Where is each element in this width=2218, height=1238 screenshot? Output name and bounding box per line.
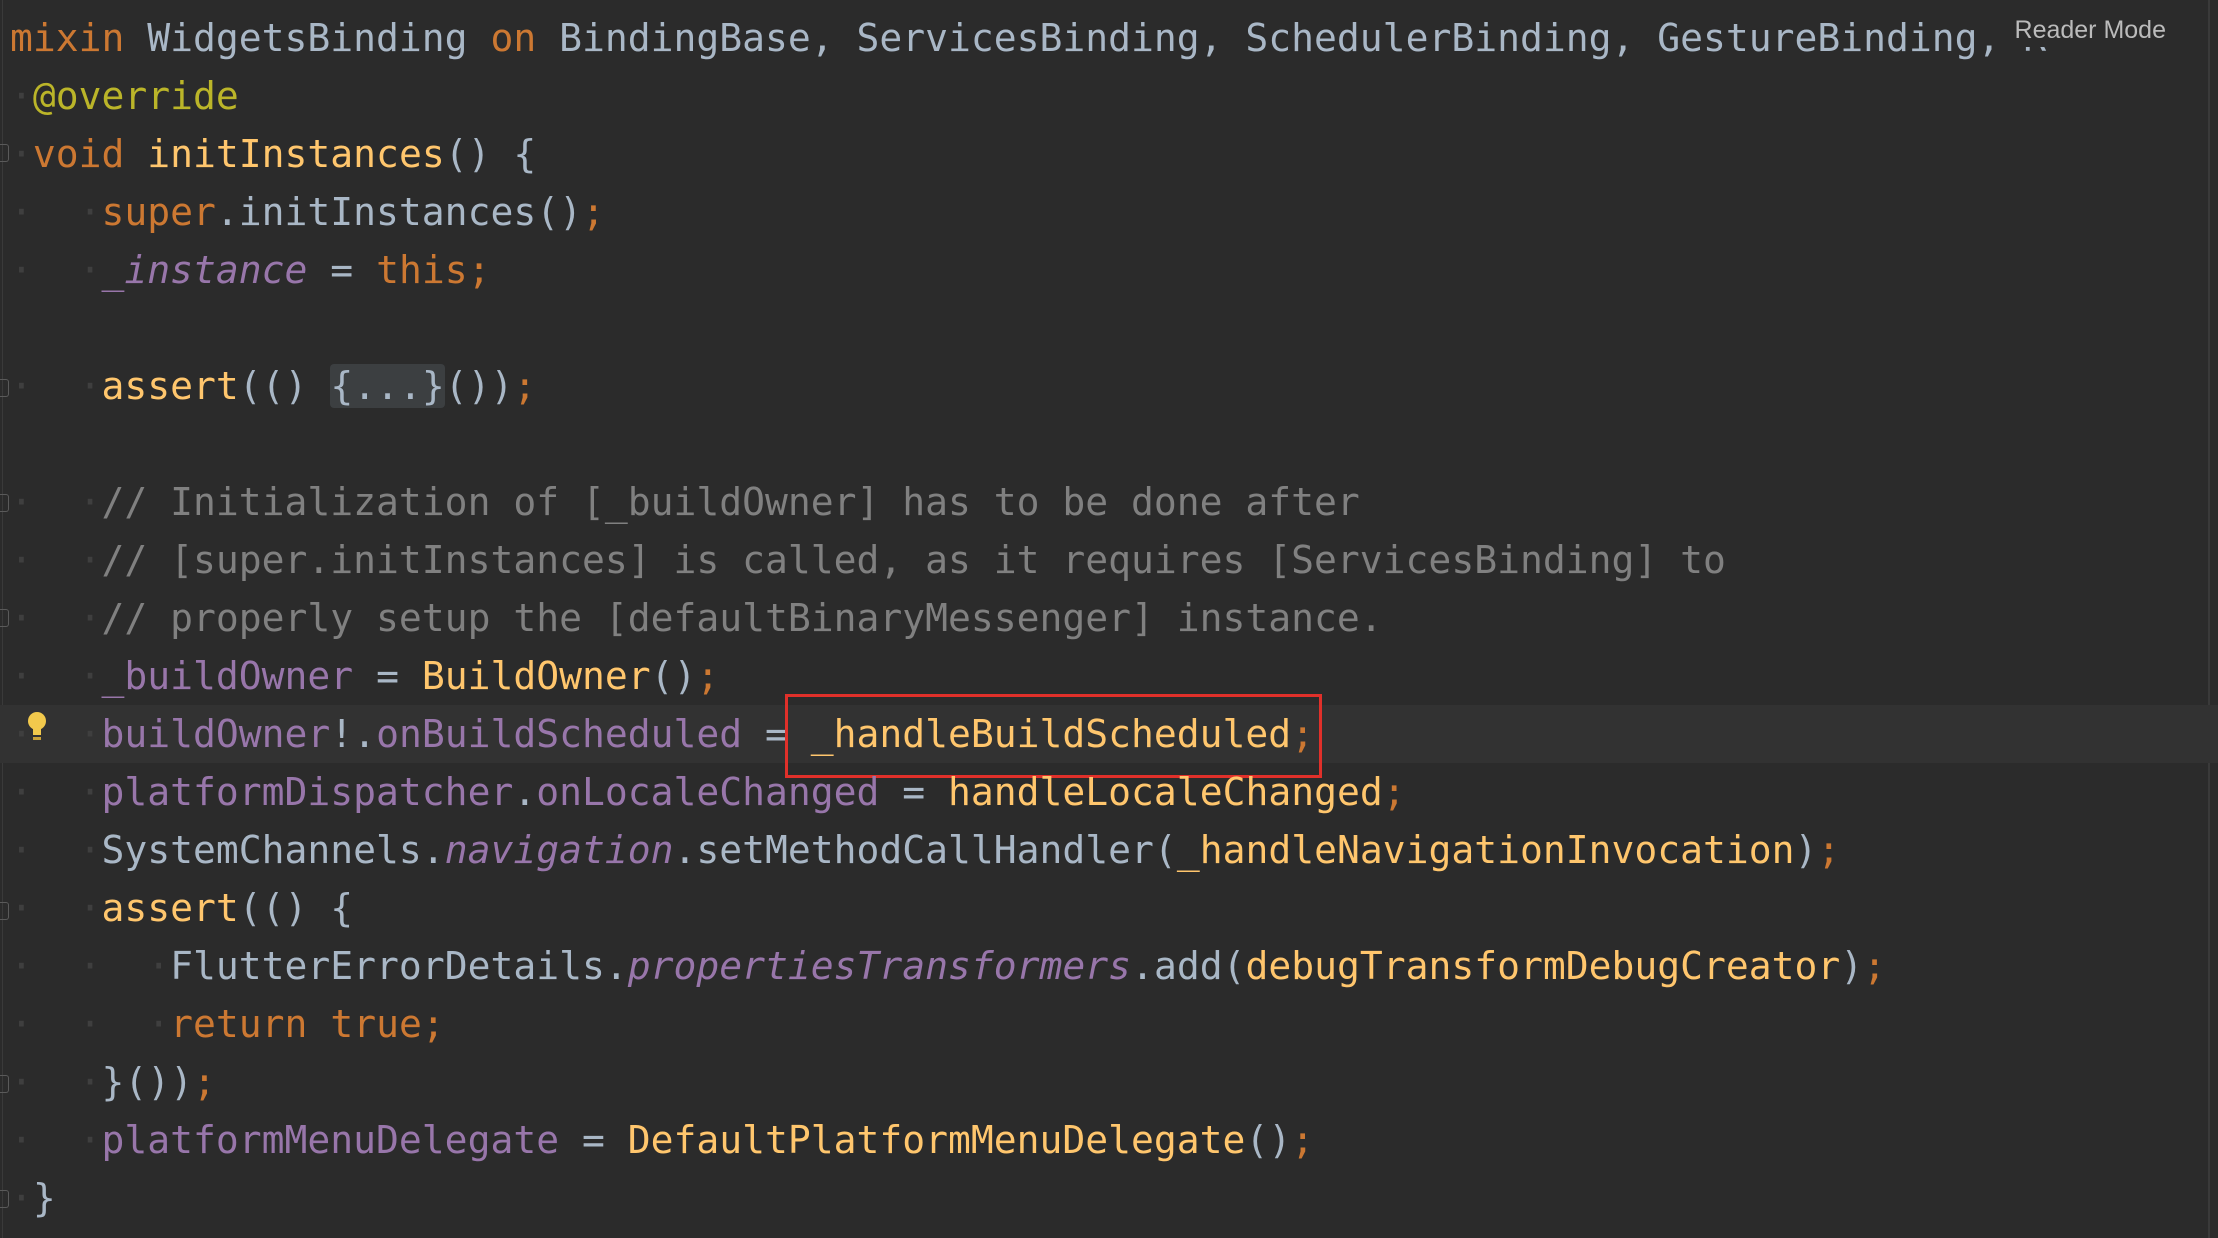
- reader-mode-button[interactable]: Reader Mode: [2008, 14, 2172, 47]
- annotation: @override: [32, 74, 239, 118]
- comment: // Initialization of [_buildOwner] has t…: [101, 480, 1360, 524]
- operator: =: [879, 770, 949, 814]
- class-name: FlutterErrorDetails: [170, 944, 605, 988]
- code-line-21[interactable]: ·}: [10, 1169, 56, 1227]
- method-reference: _handleNavigationInvocation: [1176, 828, 1795, 872]
- operator: !.: [330, 712, 377, 756]
- method-reference: debugTransformDebugCreator: [1245, 944, 1841, 988]
- scrollbar-track[interactable]: [2208, 0, 2210, 1238]
- function-name: assert: [101, 886, 239, 930]
- code-line-9[interactable]: · ·// Initialization of [_buildOwner] ha…: [10, 473, 1360, 531]
- constructor: BuildOwner: [421, 654, 651, 698]
- code-line-19[interactable]: · ·}());: [10, 1053, 216, 1111]
- keyword: void: [32, 132, 148, 176]
- fold-marker-icon[interactable]: [0, 902, 9, 920]
- function-name: assert: [101, 364, 239, 408]
- fold-marker-icon[interactable]: [0, 609, 9, 627]
- call: .setMethodCallHandler(: [673, 828, 1177, 872]
- code-line-3[interactable]: ·void initInstances() {: [10, 125, 536, 183]
- code-line-7[interactable]: · ·assert(() {...}());: [10, 357, 536, 415]
- keyword: super: [101, 190, 216, 234]
- code-line-17[interactable]: · · ·FlutterErrorDetails.propertiesTrans…: [10, 937, 1886, 995]
- punctuation: ()): [444, 364, 514, 408]
- semicolon: ;: [1863, 944, 1887, 988]
- keyword: true: [330, 1002, 422, 1046]
- keyword: return: [170, 1002, 331, 1046]
- class-name: SystemChannels: [101, 828, 422, 872]
- code-line-18[interactable]: · · ·return true;: [10, 995, 445, 1053]
- punctuation: }()): [101, 1060, 194, 1104]
- code-line-10[interactable]: · ·// [super.initInstances] is called, a…: [10, 531, 1726, 589]
- fold-marker-icon[interactable]: [0, 144, 9, 162]
- code-line-2[interactable]: ·@override: [10, 67, 239, 125]
- static-field: propertiesTransformers: [627, 944, 1132, 988]
- code-line-12[interactable]: · ·_buildOwner = BuildOwner();: [10, 647, 719, 705]
- keyword: mixin: [10, 16, 125, 60]
- semicolon: ;: [1291, 1118, 1315, 1162]
- comment: // properly setup the [defaultBinaryMess…: [101, 596, 1383, 640]
- semicolon: ;: [467, 248, 491, 292]
- code-line-14[interactable]: · ·platformDispatcher.onLocaleChanged = …: [10, 763, 1406, 821]
- keyword: on: [490, 16, 537, 60]
- code-line-20[interactable]: · ·platformMenuDelegate = DefaultPlatfor…: [10, 1111, 1314, 1169]
- static-field: navigation: [444, 828, 674, 872]
- field: platformDispatcher: [101, 770, 514, 814]
- fold-marker-icon[interactable]: [0, 494, 9, 512]
- operator: =: [307, 248, 377, 292]
- semicolon: ;: [421, 1002, 445, 1046]
- method-name: initInstances: [147, 132, 445, 176]
- code-line-16[interactable]: · ·assert(() {: [10, 879, 353, 937]
- folded-region[interactable]: {...}: [330, 364, 445, 408]
- punctuation: ((): [238, 364, 331, 408]
- keyword: this: [376, 248, 468, 292]
- code-line-5[interactable]: · ·_instance = this;: [10, 241, 490, 299]
- field: buildOwner: [101, 712, 331, 756]
- semicolon: ;: [193, 1060, 216, 1104]
- code-line-4[interactable]: · ·super.initInstances();: [10, 183, 605, 241]
- type-name: WidgetsBinding: [124, 16, 491, 60]
- operator: =: [353, 654, 422, 698]
- code-line-15[interactable]: · ·SystemChannels.navigation.setMethodCa…: [10, 821, 1840, 879]
- type-list: BindingBase, ServicesBinding, SchedulerB…: [536, 16, 2047, 60]
- punctuation: (() {: [238, 886, 354, 930]
- code-line-1[interactable]: mixin WidgetsBinding on BindingBase, Ser…: [10, 9, 2046, 67]
- punctuation: (): [1245, 1118, 1292, 1162]
- call: .initInstances(): [215, 190, 582, 234]
- code-line-11[interactable]: · ·// properly setup the [defaultBinaryM…: [10, 589, 1383, 647]
- field: onLocaleChanged: [536, 770, 880, 814]
- punctuation: (): [650, 654, 697, 698]
- operator: =: [559, 1118, 628, 1162]
- fold-marker-icon[interactable]: [0, 1190, 9, 1208]
- closing-brace: }: [32, 1176, 56, 1220]
- punctuation: ): [1840, 944, 1864, 988]
- static-field: _instance: [101, 248, 308, 292]
- fold-marker-icon[interactable]: [0, 1075, 9, 1093]
- punctuation: ): [1794, 828, 1818, 872]
- comment: // [super.initInstances] is called, as i…: [101, 538, 1726, 582]
- operator: .: [513, 770, 537, 814]
- semicolon: ;: [1817, 828, 1841, 872]
- fold-marker-icon[interactable]: [0, 379, 9, 397]
- operator: .: [421, 828, 445, 872]
- field: _buildOwner: [101, 654, 354, 698]
- semicolon: ;: [1382, 770, 1406, 814]
- operator: .: [604, 944, 628, 988]
- method-reference: handleLocaleChanged: [948, 770, 1383, 814]
- semicolon: ;: [513, 364, 537, 408]
- semicolon: ;: [581, 190, 605, 234]
- call: .add(: [1131, 944, 1246, 988]
- field: onBuildScheduled: [376, 712, 743, 756]
- semicolon: ;: [696, 654, 720, 698]
- field: platformMenuDelegate: [101, 1118, 560, 1162]
- code-editor[interactable]: mixin WidgetsBinding on BindingBase, Ser…: [0, 0, 2218, 1238]
- constructor: DefaultPlatformMenuDelegate: [627, 1118, 1246, 1162]
- punctuation: () {: [444, 132, 537, 176]
